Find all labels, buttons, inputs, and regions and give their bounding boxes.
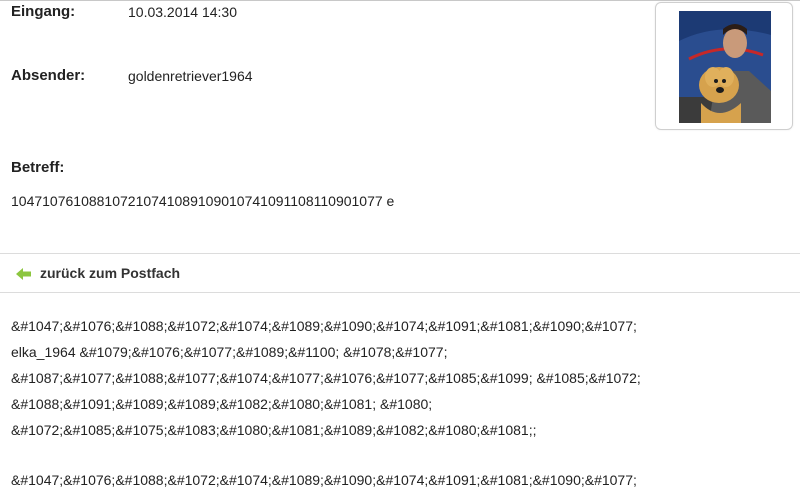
message-line: &#1047;&#1076;&#1088;&#1072;&#1074;&#108… <box>11 318 637 334</box>
back-to-inbox-link[interactable]: zurück zum Postfach <box>16 263 180 283</box>
back-link-label: zurück zum Postfach <box>40 265 181 281</box>
message-line: &#1047;&#1076;&#1088;&#1072;&#1074;&#108… <box>11 472 637 488</box>
received-value: 10.03.2014 14:30 <box>128 4 237 20</box>
green-arrow-left-icon <box>16 267 32 280</box>
sender-label: Absender: <box>11 67 86 84</box>
avatar-photo <box>679 11 771 123</box>
separator-top <box>0 253 800 254</box>
received-label: Eingang: <box>11 3 76 20</box>
message-line: &#1072;&#1085;&#1075;&#1083;&#1080;&#108… <box>11 422 537 438</box>
message-line: elka_1964 &#1079;&#1076;&#1077;&#1089;&#… <box>11 344 448 360</box>
top-border <box>0 0 800 1</box>
sender-avatar[interactable] <box>655 2 793 130</box>
message-body: &#1047;&#1076;&#1088;&#1072;&#1074;&#108… <box>11 313 796 493</box>
message-line: &#1087;&#1077;&#1088;&#1077;&#1074;&#107… <box>11 370 641 386</box>
subject-value: 1047107610881072107410891090107410911081… <box>11 193 395 209</box>
subject-label: Betreff: <box>11 159 65 176</box>
separator-bottom <box>0 292 800 293</box>
sender-value[interactable]: goldenretriever1964 <box>128 68 253 84</box>
message-line: &#1088;&#1091;&#1089;&#1089;&#1082;&#108… <box>11 396 433 412</box>
